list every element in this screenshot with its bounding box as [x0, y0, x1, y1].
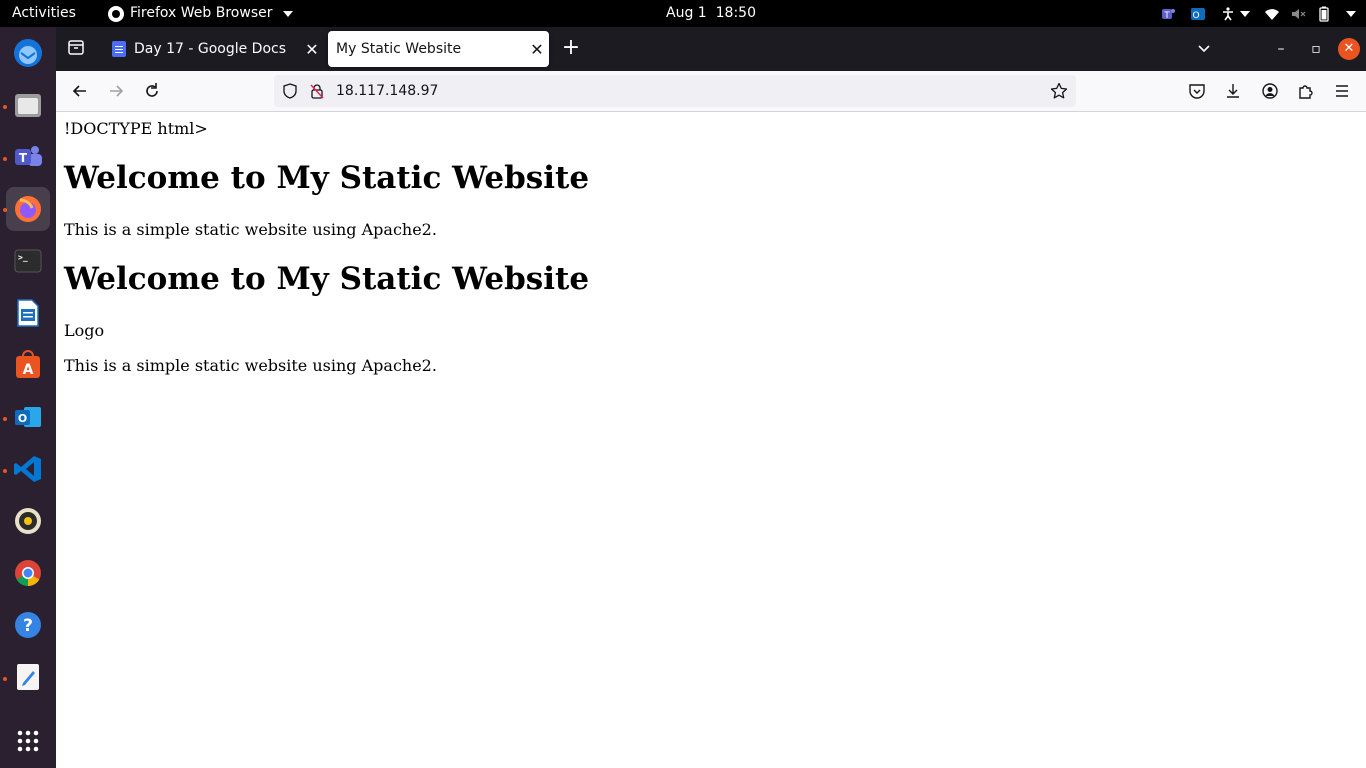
thunderbird-icon[interactable] — [6, 31, 50, 75]
doctype-text: !DOCTYPE html> — [64, 119, 208, 138]
teams-icon[interactable]: T — [6, 135, 50, 179]
files-icon[interactable] — [6, 83, 50, 127]
extensions-puzzle-icon[interactable] — [1297, 82, 1315, 100]
page-paragraph: This is a simple static website using Ap… — [64, 220, 437, 239]
reload-icon[interactable] — [142, 81, 162, 101]
insecure-lock-icon[interactable] — [309, 83, 325, 99]
tab-title: My Static Website — [336, 41, 462, 57]
software-icon[interactable]: A — [6, 343, 50, 387]
new-tab-button[interactable]: + — [559, 37, 583, 61]
list-all-tabs-icon[interactable] — [1194, 39, 1214, 59]
clock-date: Aug 1 — [666, 5, 707, 21]
wifi-icon — [1265, 8, 1279, 20]
minimize-button[interactable]: – — [1271, 39, 1291, 59]
text-editor-icon[interactable] — [6, 655, 50, 699]
pocket-icon[interactable] — [1188, 82, 1206, 100]
svg-text:>_: >_ — [18, 253, 28, 262]
forward-arrow-icon[interactable] — [106, 81, 126, 101]
writer-icon[interactable] — [6, 291, 50, 335]
url-text: 18.117.148.97 — [336, 83, 439, 99]
svg-text:?: ? — [23, 616, 33, 636]
downloads-icon[interactable] — [1224, 82, 1242, 100]
chevron-down-icon — [1240, 10, 1250, 17]
back-arrow-icon[interactable] — [70, 81, 90, 101]
svg-text:T: T — [19, 151, 28, 165]
accessibility-icon — [1223, 6, 1233, 20]
logo-alt-text: Logo — [64, 321, 105, 340]
svg-text:T: T — [1163, 11, 1170, 21]
firefox-icon[interactable] — [6, 187, 50, 231]
tab-title: Day 17 - Google Docs — [134, 41, 287, 57]
terminal-icon[interactable]: >_ — [6, 239, 50, 283]
system-top-bar: Activities Firefox Web Browser Aug 1 18:… — [0, 0, 1366, 27]
volume-muted-icon — [1292, 8, 1306, 19]
dock: T >_ A O ? — [0, 27, 56, 768]
outlook-tray-icon[interactable]: O — [1190, 6, 1206, 22]
address-bar[interactable]: 18.117.148.97 — [274, 75, 1076, 107]
outlook-icon[interactable]: O — [6, 395, 50, 439]
page-content: !DOCTYPE html> Welcome to My Static Webs… — [56, 112, 1366, 768]
tab-google-docs[interactable]: Day 17 - Google Docs ✕ — [100, 31, 324, 67]
page-paragraph: This is a simple static website using Ap… — [64, 356, 437, 375]
rhythmbox-icon[interactable] — [6, 499, 50, 543]
tab-static-website[interactable]: My Static Website ✕ — [328, 31, 549, 67]
page-heading: Welcome to My Static Website — [64, 261, 590, 297]
close-icon[interactable]: ✕ — [525, 40, 549, 59]
help-icon[interactable]: ? — [6, 603, 50, 647]
svg-text:O: O — [18, 412, 27, 425]
hamburger-menu-icon[interactable] — [1333, 82, 1351, 100]
page-heading: Welcome to My Static Website — [64, 160, 590, 196]
google-docs-icon — [112, 41, 126, 57]
system-tray[interactable]: T O — [1160, 0, 1356, 27]
close-window-button[interactable]: ✕ — [1338, 38, 1360, 60]
firefox-view-icon[interactable] — [66, 37, 86, 57]
tracking-protection-shield-icon[interactable] — [282, 83, 298, 99]
bookmark-star-icon[interactable] — [1050, 82, 1068, 100]
vscode-icon[interactable] — [6, 447, 50, 491]
tab-strip: Day 17 - Google Docs ✕ My Static Website… — [56, 27, 1366, 71]
teams-tray-icon[interactable]: T — [1160, 6, 1176, 22]
battery-icon — [1319, 6, 1329, 22]
navigation-toolbar: 18.117.148.97 — [56, 71, 1366, 112]
accessibility-menu[interactable] — [1220, 6, 1250, 22]
chevron-down-icon — [1346, 10, 1356, 17]
clock-time: 18:50 — [715, 5, 756, 21]
chrome-icon[interactable] — [6, 551, 50, 595]
app-grid-icon[interactable] — [6, 719, 50, 763]
close-icon[interactable]: ✕ — [300, 40, 324, 59]
account-icon[interactable] — [1261, 82, 1279, 100]
svg-text:A: A — [23, 362, 34, 378]
status-menu[interactable] — [1264, 6, 1356, 22]
svg-text:O: O — [1192, 11, 1199, 21]
maximize-button[interactable]: ▫ — [1306, 39, 1326, 59]
